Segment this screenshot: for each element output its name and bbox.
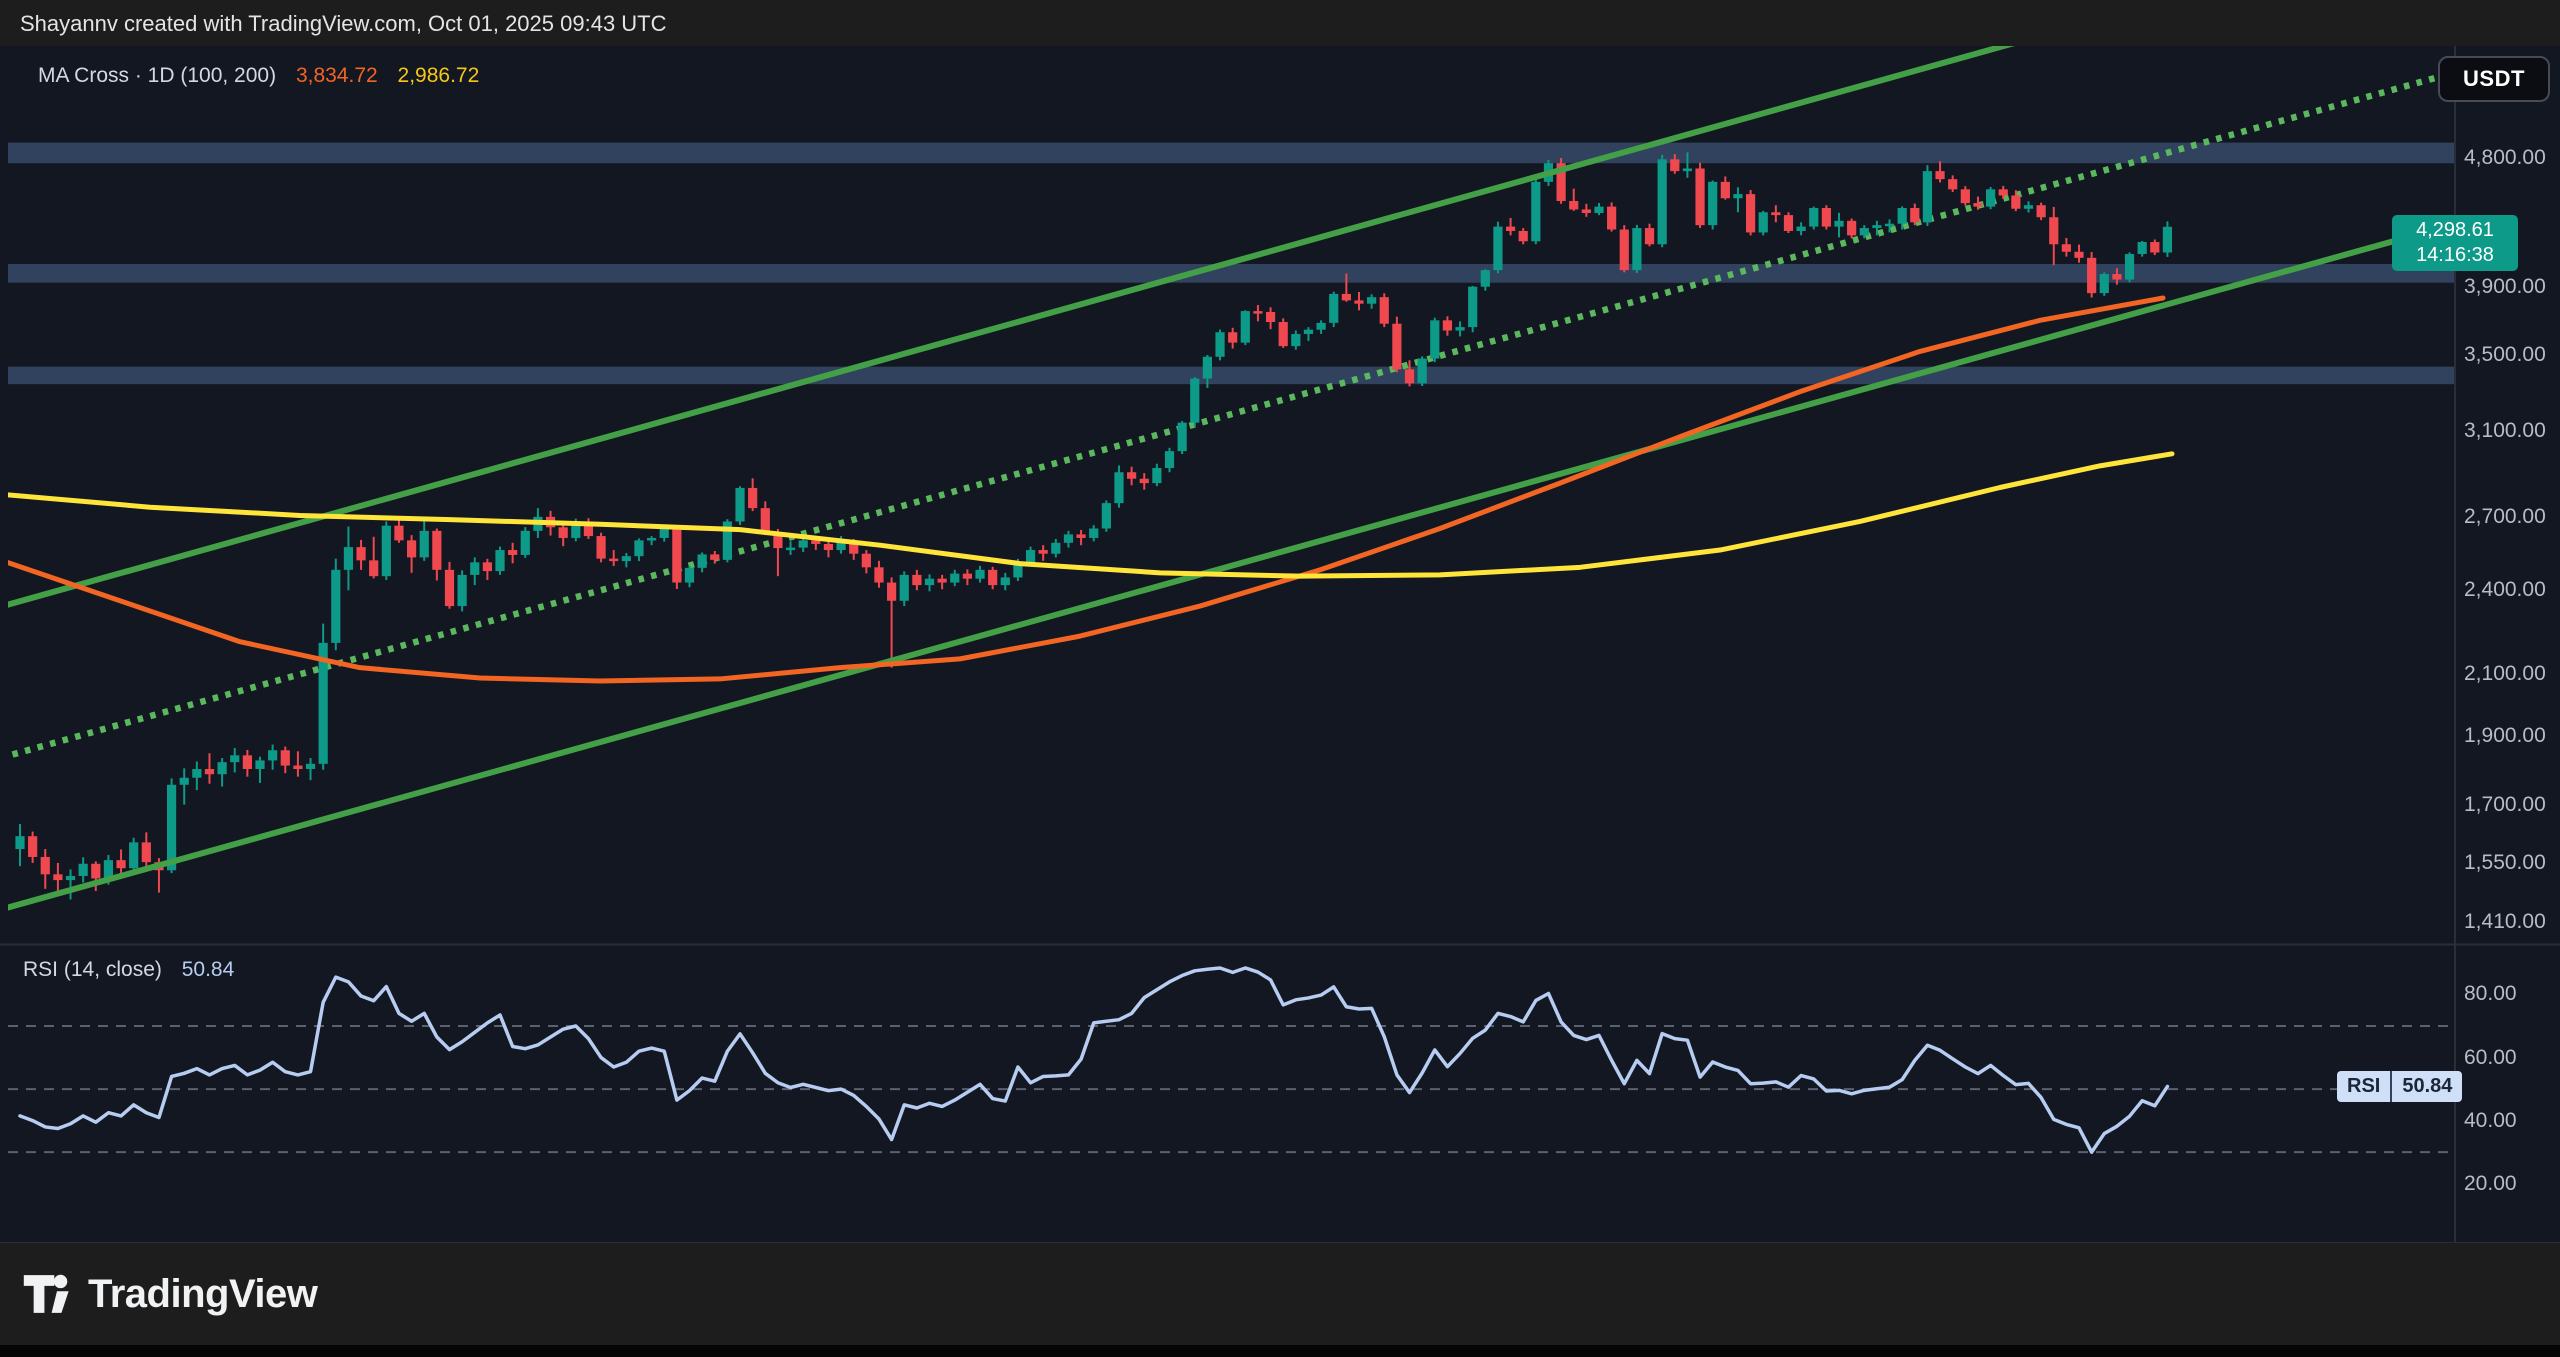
ma200-line [0,454,2172,576]
legend-title[interactable]: MA Cross · 1D (100, 200) [38,64,276,87]
attribution-text: Shayannv created with TradingView.com, O… [20,11,667,36]
ma100-line [0,298,2163,681]
rsi-badge-label: RSI [2337,1071,2392,1102]
price-tick-label: 4,800.00 [2464,145,2546,171]
trendline-dotted [0,76,2442,758]
rsi-legend-value: 50.84 [182,958,235,981]
ma100-value: 3,834.72 [296,64,378,87]
footer-bar: TradingView [0,1243,2560,1345]
rsi-pane [8,968,2448,1152]
tradingview-screenshot: Shayannv created with TradingView.com, O… [0,0,2560,1357]
rsi-legend[interactable]: RSI (14, close) 50.84 [23,958,234,982]
trendline-solid [0,33,2050,607]
price-tick-label: 1,900.00 [2464,723,2546,749]
rsi-badge-value: 50.84 [2392,1071,2462,1102]
tradingview-icon [22,1270,74,1318]
price-tick-label: 2,100.00 [2464,661,2546,687]
price-tick-label: 3,500.00 [2464,342,2546,368]
rsi-legend-label[interactable]: RSI (14, close) [23,958,162,981]
currency-toggle-button[interactable]: USDT [2438,56,2550,102]
trendline-solid [0,224,2455,910]
rsi-line [20,968,2167,1152]
sr-band [8,367,2455,384]
rsi-tick-label: 60.00 [2464,1045,2517,1071]
sr-band [8,143,2455,164]
price-tick-label: 1,410.00 [2464,909,2546,935]
rsi-tick-label: 40.00 [2464,1108,2517,1134]
price-tick-label: 1,700.00 [2464,792,2546,818]
price-tick-label: 3,900.00 [2464,274,2546,300]
last-price: 4,298.61 [2392,218,2518,243]
last-price-badge: 4,298.61 14:16:38 [2392,215,2518,271]
ma200-value: 2,986.72 [398,64,480,87]
attribution-bar: Shayannv created with TradingView.com, O… [0,0,2560,46]
price-pane [0,33,2455,910]
rsi-tick-label: 20.00 [2464,1171,2517,1197]
price-tick-label: 2,400.00 [2464,577,2546,603]
rsi-tick-label: 80.00 [2464,981,2517,1007]
bar-countdown: 14:16:38 [2392,243,2518,268]
tradingview-logo[interactable]: TradingView [22,1270,317,1318]
price-tick-label: 2,700.00 [2464,504,2546,530]
rsi-value-badge: RSI 50.84 [2337,1071,2462,1102]
price-tick-label: 3,100.00 [2464,418,2546,444]
chart-canvas[interactable] [0,0,2560,1357]
indicator-legend[interactable]: MA Cross · 1D (100, 200) 3,834.72 2,986.… [38,64,493,88]
brand-wordmark: TradingView [88,1272,317,1317]
bottom-strip [0,1345,2560,1357]
price-tick-label: 1,550.00 [2464,850,2546,876]
